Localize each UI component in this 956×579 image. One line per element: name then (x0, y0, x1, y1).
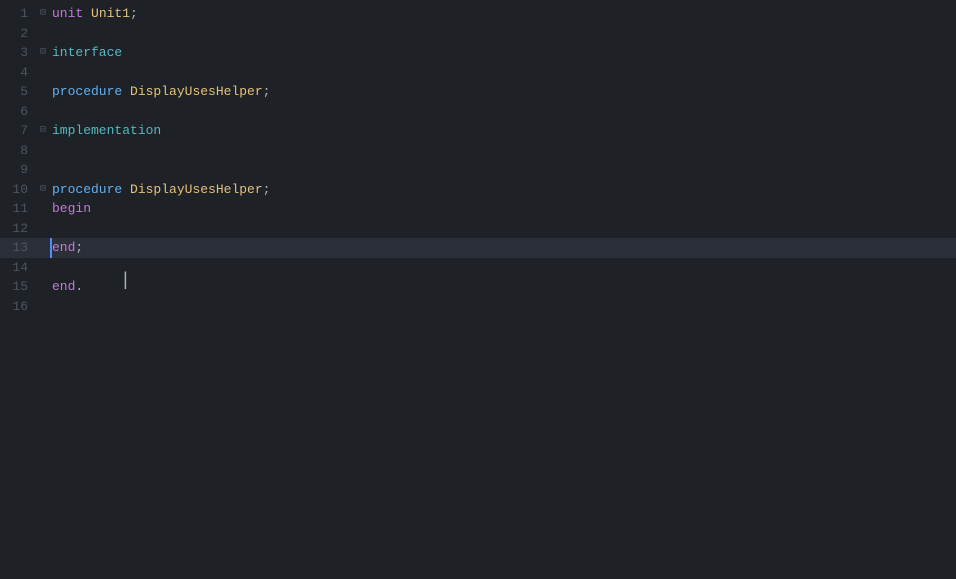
line-content-14 (50, 258, 956, 278)
line-number-14: 14 (0, 258, 36, 278)
code-editor[interactable]: 1⊟unit Unit1;2 3⊟interface4 5procedure D… (0, 0, 956, 579)
line-content-7: implementation (50, 121, 956, 141)
line-number-16: 16 (0, 297, 36, 317)
code-line-2: 2 (0, 24, 956, 44)
line-number-9: 9 (0, 160, 36, 180)
line-number-10: 10 (0, 180, 36, 200)
code-line-10: 10⊟procedure DisplayUsesHelper; (0, 180, 956, 200)
code-line-4: 4 (0, 63, 956, 83)
code-line-11: 11 begin (0, 199, 956, 219)
code-lines: 1⊟unit Unit1;2 3⊟interface4 5procedure D… (0, 0, 956, 320)
code-line-14: 14 (0, 258, 956, 278)
line-content-6 (50, 102, 956, 122)
line-number-7: 7 (0, 121, 36, 141)
code-line-9: 9 (0, 160, 956, 180)
line-number-5: 5 (0, 82, 36, 102)
line-content-15: end. (50, 277, 956, 297)
line-fold-10[interactable]: ⊟ (36, 182, 50, 197)
line-number-4: 4 (0, 63, 36, 83)
code-line-13: 13 end; (0, 238, 956, 258)
line-content-16 (50, 297, 956, 317)
code-line-3: 3⊟interface (0, 43, 956, 63)
line-content-12 (50, 219, 956, 239)
line-number-2: 2 (0, 24, 36, 44)
line-number-11: 11 (0, 199, 36, 219)
line-number-13: 13 (0, 238, 36, 258)
code-line-15: 15 end. (0, 277, 956, 297)
line-content-3: interface (50, 43, 956, 63)
line-fold-3[interactable]: ⊟ (36, 45, 50, 60)
line-content-8 (50, 141, 956, 161)
line-fold-7[interactable]: ⊟ (36, 123, 50, 138)
code-line-16: 16 (0, 297, 956, 317)
line-number-3: 3 (0, 43, 36, 63)
code-line-7: 7⊟implementation (0, 121, 956, 141)
line-number-6: 6 (0, 102, 36, 122)
line-content-2 (50, 24, 956, 44)
code-line-1: 1⊟unit Unit1; (0, 4, 956, 24)
code-line-12: 12 (0, 219, 956, 239)
line-number-12: 12 (0, 219, 36, 239)
line-content-1: unit Unit1; (50, 4, 956, 24)
line-number-1: 1 (0, 4, 36, 24)
line-content-13: end; (50, 238, 956, 258)
code-line-8: 8 (0, 141, 956, 161)
line-number-8: 8 (0, 141, 36, 161)
line-content-5: procedure DisplayUsesHelper; (50, 82, 956, 102)
line-content-9 (50, 160, 956, 180)
line-fold-1[interactable]: ⊟ (36, 6, 50, 21)
code-line-5: 5 procedure DisplayUsesHelper; (0, 82, 956, 102)
code-line-6: 6 (0, 102, 956, 122)
line-content-10: procedure DisplayUsesHelper; (50, 180, 956, 200)
line-content-11: begin (50, 199, 956, 219)
line-number-15: 15 (0, 277, 36, 297)
line-content-4 (50, 63, 956, 83)
